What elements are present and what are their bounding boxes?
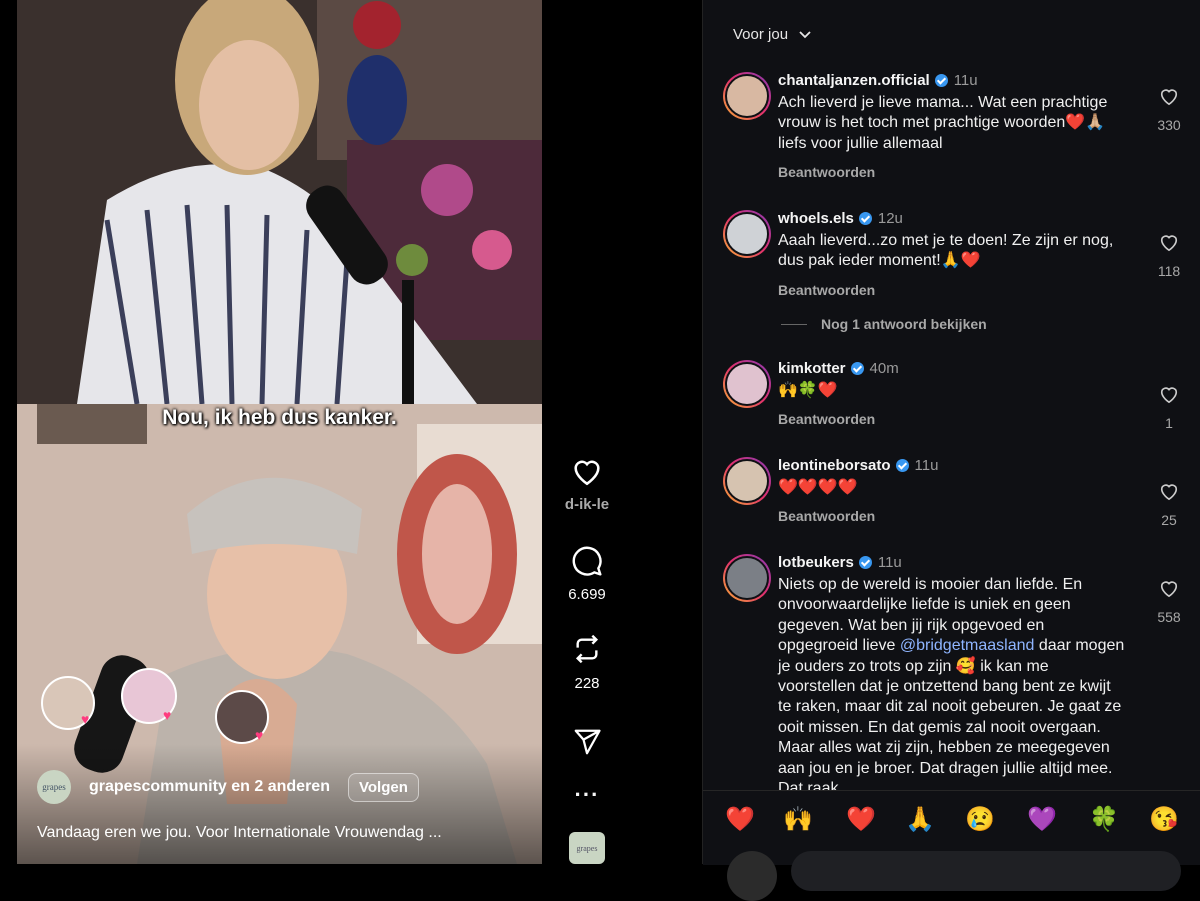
comment-time: 11u xyxy=(877,554,902,571)
commenter-username[interactable]: lotbeukers xyxy=(778,554,854,571)
comment-like-button[interactable]: 118 xyxy=(1149,232,1189,279)
current-user-avatar xyxy=(727,851,777,901)
repost-button[interactable]: 228 xyxy=(542,632,632,692)
send-icon xyxy=(574,729,601,755)
repost-icon xyxy=(575,634,599,664)
verified-badge-icon xyxy=(895,459,909,472)
comment-time: 11u xyxy=(914,457,939,474)
video-description[interactable]: Vandaag eren we jou. Voor Internationale… xyxy=(37,824,442,842)
reply-button[interactable]: Beantwoorden xyxy=(778,282,1128,298)
heart-badge-icon: ♥ xyxy=(255,727,264,743)
author-row: grapes grapescommunity en 2 anderen Volg… xyxy=(37,770,419,804)
commenter-username[interactable]: whoels.els xyxy=(778,210,854,227)
emoji-button[interactable]: 😢 xyxy=(965,805,995,834)
comment-input[interactable] xyxy=(791,851,1181,891)
comment-time: 11u xyxy=(953,72,978,89)
commenter-avatar[interactable] xyxy=(723,72,771,120)
commenter-username[interactable]: chantaljanzen.official xyxy=(778,72,930,89)
comment-like-count: 118 xyxy=(1157,263,1181,279)
repost-count: 228 xyxy=(574,675,600,692)
heart-icon xyxy=(1160,387,1178,404)
comment-icon xyxy=(572,546,602,576)
commenter-avatar[interactable] xyxy=(723,457,771,505)
comment-like-button[interactable]: 330 xyxy=(1149,86,1189,133)
comment-like-count: 25 xyxy=(1161,512,1177,528)
verified-badge-icon xyxy=(850,362,864,375)
comment-sort-dropdown[interactable]: Voor jou xyxy=(733,26,812,43)
emoji-button[interactable]: ❤️ xyxy=(846,805,876,834)
heart-icon xyxy=(1160,235,1178,252)
commenter-avatar[interactable] xyxy=(723,210,771,258)
verified-badge-icon xyxy=(858,556,872,569)
comment-text: ❤️❤️❤️❤️ xyxy=(778,479,858,496)
heart-icon xyxy=(574,460,600,486)
comment-like-button[interactable]: 558 xyxy=(1149,578,1189,625)
comment-like-count: 330 xyxy=(1157,117,1181,133)
action-rail: d-ik-le 6.699 228 ··· xyxy=(542,0,632,864)
emoji-button[interactable]: 🙏 xyxy=(905,805,935,834)
view-more-replies-label: Nog 1 antwoord bekijken xyxy=(821,316,987,332)
comment-text: Niets op de wereld is mooier dan liefde.… xyxy=(778,576,1125,790)
comment-count: 6.699 xyxy=(568,586,606,603)
like-count: d-ik-le xyxy=(564,496,610,513)
video-player[interactable]: Nou, ik heb dus kanker. ♥ ♥ ♥ grapes gra… xyxy=(17,0,542,864)
reply-button[interactable]: Beantwoorden xyxy=(778,411,1128,427)
share-button[interactable] xyxy=(542,727,632,762)
left-gutter xyxy=(0,0,17,864)
scroll-gap xyxy=(632,0,702,864)
comment-like-button[interactable]: 1 xyxy=(1149,384,1189,431)
commenter-username[interactable]: leontineborsato xyxy=(778,457,891,474)
video-gradient xyxy=(17,744,542,864)
comment-text: Ach lieverd je lieve mama... Wat een pra… xyxy=(778,94,1108,152)
emoji-quick-bar: ❤️ 🙌 ❤️ 🙏 😢 💜 🍀 😘 xyxy=(703,790,1200,901)
comment-like-button[interactable]: 25 xyxy=(1149,481,1189,528)
comments-panel: Voor jou chantaljanzen.official 11u Ach l… xyxy=(702,0,1200,901)
emoji-button[interactable]: 🙌 xyxy=(783,805,813,834)
emoji-button[interactable]: 🍀 xyxy=(1089,805,1119,834)
comment-like-count: 1 xyxy=(1165,415,1173,431)
emoji-button[interactable]: 💜 xyxy=(1027,805,1057,834)
video-scene-top xyxy=(17,0,542,404)
author-avatar[interactable]: grapes xyxy=(37,770,71,804)
author-name[interactable]: grapescommunity en 2 anderen xyxy=(89,778,330,796)
view-more-replies[interactable]: Nog 1 antwoord bekijken xyxy=(781,316,987,332)
comment-time: 40m xyxy=(869,360,899,377)
heart-badge-icon: ♥ xyxy=(81,711,90,727)
heart-badge-icon: ♥ xyxy=(163,707,172,723)
comment-text: 🙌🍀❤️ xyxy=(778,382,838,399)
verified-badge-icon xyxy=(858,212,872,225)
like-button[interactable]: d-ik-le xyxy=(542,455,632,513)
commenter-username[interactable]: kimkotter xyxy=(778,360,846,377)
comment-item: lotbeukers 11u Niets op de wereld is mooi… xyxy=(723,554,1191,790)
heart-icon xyxy=(1160,484,1178,501)
more-options-icon[interactable]: ··· xyxy=(542,782,632,808)
reply-button[interactable]: Beantwoorden xyxy=(778,508,1128,524)
reply-button[interactable]: Beantwoorden xyxy=(778,164,1128,180)
verified-badge-icon xyxy=(934,74,948,87)
mention-link[interactable]: @bridgetmaasland xyxy=(900,637,1035,654)
follow-button[interactable]: Volgen xyxy=(347,772,419,802)
commenter-avatar[interactable] xyxy=(723,360,771,408)
video-caption: Nou, ik heb dus kanker. xyxy=(162,406,397,429)
comment-text: Aaah lieverd...zo met je te doen! Ze zij… xyxy=(778,232,1114,270)
emoji-button[interactable]: ❤️ xyxy=(725,805,755,834)
video-frame-top xyxy=(17,0,542,404)
replies-divider xyxy=(781,323,807,325)
commenter-avatar[interactable] xyxy=(723,554,771,602)
comment-time: 12u xyxy=(877,210,903,227)
comment-button[interactable]: 6.699 xyxy=(542,545,632,603)
heart-icon xyxy=(1160,581,1178,598)
heart-icon xyxy=(1160,89,1178,106)
chevron-down-icon xyxy=(799,30,811,38)
comment-like-count: 558 xyxy=(1157,609,1181,625)
sort-label: Voor jou xyxy=(733,26,789,43)
emoji-button[interactable]: 😘 xyxy=(1149,805,1179,834)
audio-thumbnail[interactable]: grapes xyxy=(569,832,605,864)
